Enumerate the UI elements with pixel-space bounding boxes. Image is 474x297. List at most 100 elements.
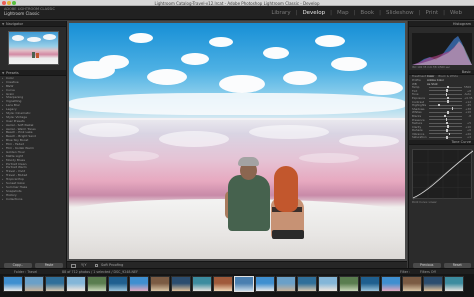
soft-proofing-label: Soft Proofing [101, 263, 124, 267]
histogram-graph [412, 36, 472, 65]
preset-group-item[interactable]: Collections [2, 198, 64, 202]
module-map[interactable]: Map [337, 10, 349, 16]
module-book[interactable]: Book [360, 10, 374, 16]
tone-curve-graph[interactable] [412, 149, 474, 201]
module-separator: | [379, 10, 381, 16]
slider-track[interactable] [429, 114, 462, 118]
tone-curve-header[interactable]: Tone Curve [409, 140, 474, 146]
filmstrip-thumbnail[interactable] [24, 276, 44, 292]
soft-proofing-checkbox[interactable] [95, 264, 98, 267]
filmstrip-thumbnail[interactable] [66, 276, 86, 292]
preview-cloud [12, 35, 24, 41]
module-separator: | [330, 10, 332, 16]
filmstrip-thumbnail[interactable] [423, 276, 443, 292]
right-panel: Histogram ISO 100 35 mm f/8 1/500 sec Ba… [408, 21, 474, 268]
filmstrip-thumbnail[interactable] [444, 276, 464, 292]
filmstrip-thumbnail[interactable] [297, 276, 317, 292]
filmstrip-thumbnail[interactable] [381, 276, 401, 292]
collapse-triangle-icon: ▼ [2, 71, 5, 75]
basic-sliders: Temp 5500 Tint +8 Tone Auto Exposure +0.35 Contr… [409, 85, 474, 139]
slider-track[interactable] [429, 89, 462, 93]
module-library[interactable]: Library [271, 10, 290, 16]
slider-track[interactable] [429, 96, 462, 100]
cloud-reflection [339, 135, 399, 147]
slider-track[interactable] [429, 111, 462, 114]
cloud-reflection [299, 153, 359, 163]
photo-cloud [219, 75, 265, 93]
main-photo[interactable] [69, 23, 405, 259]
loupe-view-icon[interactable] [71, 263, 76, 268]
slider-track[interactable] [429, 136, 462, 139]
collapse-triangle-icon: ▼ [2, 22, 5, 26]
filmstrip-thumbnail[interactable] [150, 276, 170, 292]
module-web[interactable]: Web [450, 10, 462, 16]
previous-button[interactable]: Previous [413, 262, 441, 268]
module-picker: Library | Develop | Map | Book | Slideshow | … [271, 10, 462, 16]
slider-track[interactable] [429, 118, 462, 121]
presets-header[interactable]: ▼ Presets [0, 70, 66, 76]
slider-track[interactable] [429, 121, 462, 125]
histogram-title: Histogram [452, 22, 471, 26]
filmstrip-thumbnail[interactable] [402, 276, 422, 292]
filmstrip-thumbnail[interactable] [3, 276, 23, 292]
photo-cloud [209, 37, 233, 47]
preview-man [32, 52, 35, 58]
tone-curve-svg [412, 150, 474, 201]
left-panel: ▼ Navigator ▼ Presets ColorCreativeB&WCu… [0, 21, 67, 268]
photo-cloud [147, 69, 187, 85]
slider-track[interactable] [429, 125, 462, 128]
horizon-cloud-bank [69, 93, 405, 115]
filmstrip-thumbnail[interactable] [213, 276, 233, 292]
photo-cloud [331, 57, 367, 71]
slider-handle[interactable] [446, 136, 448, 139]
navigator-title: Navigator [6, 22, 24, 26]
filmstrip-thumbnail-selected[interactable] [234, 276, 254, 292]
reset-button[interactable]: Reset [443, 262, 471, 268]
cloud-reflection [159, 131, 229, 147]
filmstrip-thumbnail[interactable] [360, 276, 380, 292]
module-separator: | [295, 10, 298, 16]
module-slideshow[interactable]: Slideshow [386, 10, 414, 16]
filmstrip-thumbnail[interactable] [171, 276, 191, 292]
module-separator: | [418, 10, 421, 16]
image-area [67, 21, 407, 261]
point-curve-label[interactable]: Point Curve: Linear [412, 201, 437, 204]
filmstrip-thumbnail[interactable] [108, 276, 128, 292]
preview-cloud [43, 34, 56, 40]
filmstrip-thumbnail[interactable] [276, 276, 296, 292]
paste-button[interactable]: Paste [35, 262, 63, 268]
module-print[interactable]: Print [425, 10, 438, 16]
identity-plate: ADOBE LIGHTROOM CLASSIC Lightroom Classi… [4, 7, 55, 16]
slider-value[interactable]: +4 [464, 135, 471, 139]
filmstrip-thumbnail[interactable] [45, 276, 65, 292]
preset-list: ColorCreativeB&WCurveGrainSharpeningVign… [0, 76, 66, 204]
filmstrip-thumbnail[interactable] [339, 276, 359, 292]
horizon-line [69, 118, 405, 120]
man-cap [238, 157, 259, 166]
slider-track[interactable] [429, 107, 462, 111]
slider-track[interactable] [429, 93, 462, 96]
filmstrip-thumbnail[interactable] [255, 276, 275, 292]
slider-track[interactable] [429, 100, 462, 103]
photo-cloud [99, 55, 129, 69]
slider-track[interactable] [429, 129, 462, 132]
filmstrip-thumbnail[interactable] [192, 276, 212, 292]
filmstrip-thumbnail[interactable] [87, 276, 107, 292]
filmstrip-thumbnail[interactable] [129, 276, 149, 292]
slider-track[interactable] [429, 103, 462, 107]
module-develop[interactable]: Develop [302, 10, 325, 16]
navigator-preview[interactable] [8, 31, 59, 65]
before-after-button[interactable]: Y|Y [81, 263, 86, 267]
curve-footer-row: Point Curve: Linear [412, 200, 471, 204]
filmstrip-thumbnail[interactable] [318, 276, 338, 292]
copy-button[interactable]: Copy... [4, 262, 32, 268]
presets-title: Presets [6, 71, 19, 75]
photo-cloud [283, 71, 317, 85]
photo-cloud [363, 81, 403, 95]
histogram-header[interactable]: Histogram [409, 21, 474, 27]
slider-row: Saturation +4 [412, 135, 471, 139]
slider-track[interactable] [429, 85, 462, 89]
slider-track[interactable] [429, 132, 462, 136]
preview-cloud [27, 37, 41, 42]
navigator-header[interactable]: ▼ Navigator [0, 21, 66, 27]
